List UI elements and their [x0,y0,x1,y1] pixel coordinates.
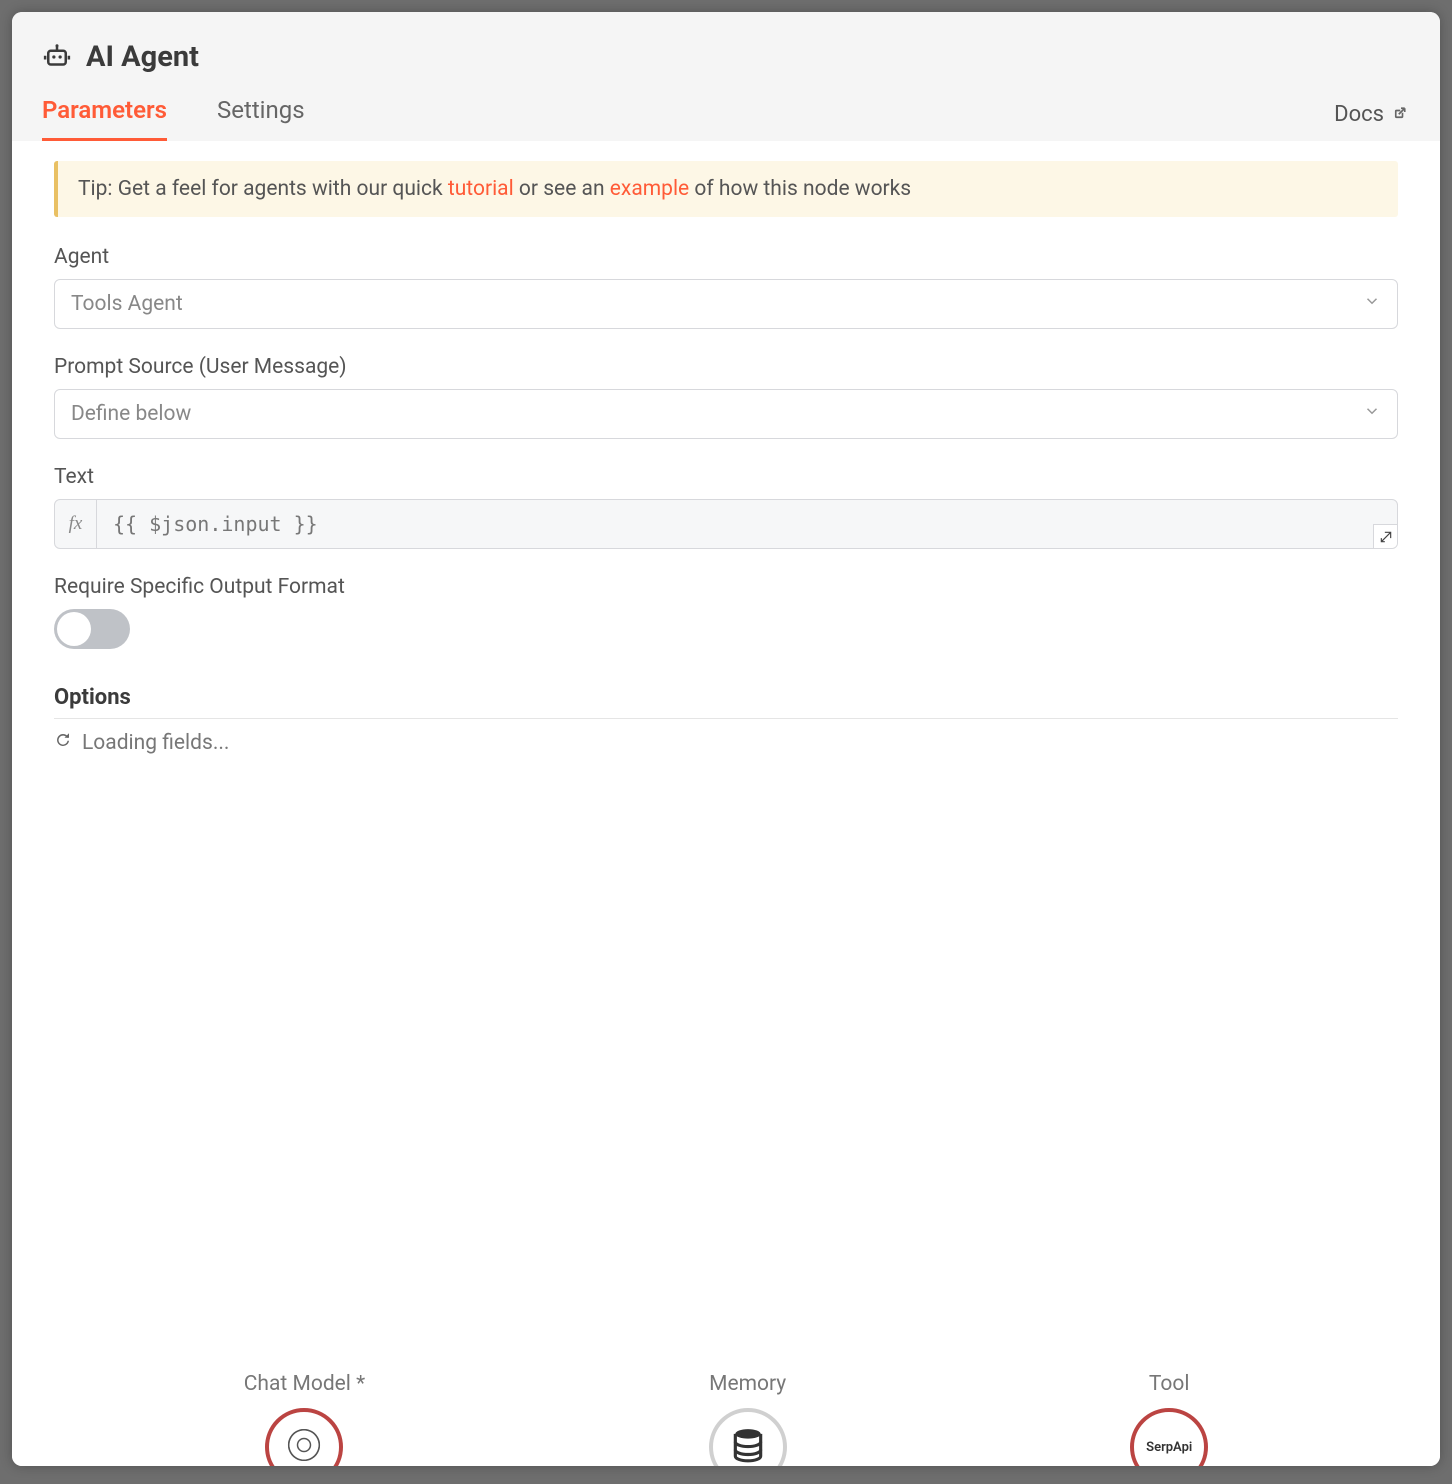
agent-label: Agent [54,245,1398,269]
tabs: Parameters Settings [42,96,305,141]
chevron-down-icon [1363,292,1381,316]
database-icon [729,1426,767,1466]
expression-value: {{ $json.input }} [97,500,1397,548]
toggle-knob [57,612,91,646]
tip-middle: or see an [514,177,610,201]
tip-box: Tip: Get a feel for agents with our quic… [54,161,1398,217]
connector-tool-label: Tool [1149,1372,1190,1396]
tool-node-text: SerpApi [1146,1440,1192,1455]
tutorial-link[interactable]: tutorial [448,177,514,201]
agent-select-value: Tools Agent [71,292,183,316]
connector-chat-model-label: Chat Model * [244,1372,365,1396]
require-format-label: Require Specific Output Format [54,575,1398,599]
tab-settings[interactable]: Settings [217,96,305,141]
tip-suffix: of how this node works [689,177,911,201]
text-expression-input[interactable]: fx {{ $json.input }} [54,499,1398,549]
options-heading: Options [54,685,1398,719]
docs-link[interactable]: Docs [1334,102,1410,141]
tool-node[interactable]: SerpApi [1130,1408,1208,1466]
page-title: AI Agent [86,40,199,74]
require-format-toggle[interactable] [54,609,130,649]
docs-label: Docs [1334,102,1384,127]
title-row: AI Agent [42,40,1410,74]
robot-icon [42,42,72,72]
connectors-row: Chat Model * Memory Tool SerpAp [12,1372,1440,1466]
expand-icon[interactable] [1373,524,1397,548]
tabs-row: Parameters Settings Docs [42,96,1410,141]
agent-select[interactable]: Tools Agent [54,279,1398,329]
connector-memory-label: Memory [709,1372,786,1396]
chat-model-node[interactable] [265,1408,343,1466]
connector-memory: Memory [709,1372,787,1466]
loading-row: Loading fields... [54,731,1398,755]
prompt-source-value: Define below [71,402,191,426]
modal-header: AI Agent Parameters Settings Docs [12,12,1440,141]
node-config-modal: AI Agent Parameters Settings Docs Tip: G… [12,12,1440,1466]
modal-body: Tip: Get a feel for agents with our quic… [12,141,1440,1466]
chevron-down-icon [1363,402,1381,426]
openai-icon [285,1426,323,1466]
loading-text: Loading fields... [82,731,229,755]
text-label: Text [54,465,1398,489]
tab-parameters[interactable]: Parameters [42,96,167,141]
connector-tool: Tool SerpApi [1130,1372,1208,1466]
example-link[interactable]: example [610,177,689,201]
prompt-source-select[interactable]: Define below [54,389,1398,439]
memory-node[interactable] [709,1408,787,1466]
refresh-icon [54,731,72,755]
connector-chat-model: Chat Model * [244,1372,365,1466]
expression-prefix: fx [55,500,97,548]
external-link-icon [1392,102,1410,127]
tip-prefix: Tip: Get a feel for agents with our quic… [78,177,448,201]
prompt-source-label: Prompt Source (User Message) [54,355,1398,379]
